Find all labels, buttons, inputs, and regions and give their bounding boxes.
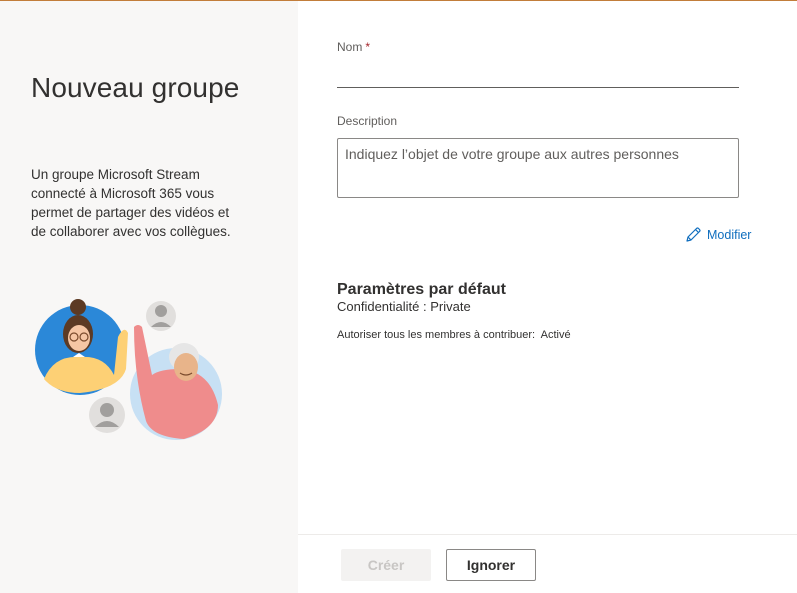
contribute-value: Activé (540, 329, 571, 341)
name-label-text: Nom (337, 40, 363, 54)
panel-description: Un groupe Microsoft Stream connecté à Mi… (31, 167, 231, 239)
footer-divider (298, 534, 797, 535)
panel-title: Nouveau groupe (31, 72, 240, 103)
required-marker: * (365, 40, 371, 54)
pencil-icon (686, 227, 701, 242)
modify-link-label: Modifier (707, 228, 752, 242)
name-field-label: Nom * (337, 40, 370, 54)
description-field-label: Description (337, 114, 398, 128)
name-input[interactable] (337, 61, 739, 88)
privacy-label: Confidentialité (337, 299, 420, 314)
create-button[interactable]: Créer (341, 549, 431, 581)
info-panel: Nouveau groupe Un groupe Microsoft Strea… (0, 1, 298, 593)
privacy-setting: Confidentialité : Private (337, 299, 471, 314)
description-input[interactable] (337, 138, 739, 198)
privacy-value: Private (430, 299, 471, 314)
contribute-setting: Autoriser tous les membres à contribuer:… (337, 329, 571, 341)
form-pane: Nom* Description Modifier Paramètres par… (298, 1, 797, 593)
contribute-label: Autoriser tous les membres à contribuer: (337, 329, 536, 341)
group-illustration (35, 299, 222, 440)
default-settings-title: Paramètres par défaut (337, 281, 506, 298)
ignore-button[interactable]: Ignorer (446, 549, 536, 581)
modify-link[interactable]: Modifier (684, 226, 751, 244)
